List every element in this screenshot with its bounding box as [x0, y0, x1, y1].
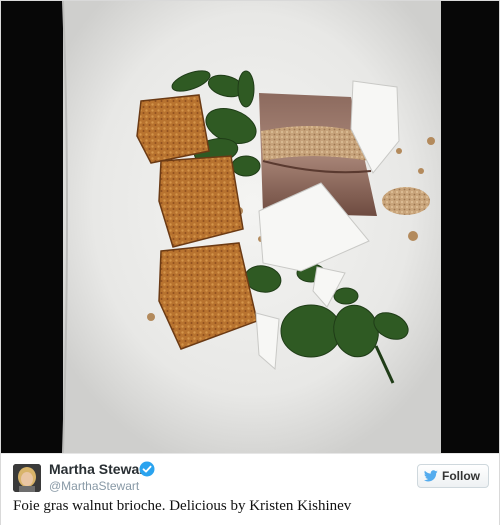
- verified-check-icon: [139, 461, 155, 477]
- avatar[interactable]: [13, 464, 41, 492]
- tweet-footer: Martha Stewart @MarthaStewart Follow Foi…: [1, 453, 499, 525]
- twitter-bird-icon: [424, 470, 438, 482]
- author-name[interactable]: Martha Stewart: [49, 461, 149, 477]
- follow-button[interactable]: Follow: [417, 464, 489, 488]
- author-handle[interactable]: @MarthaStewart: [49, 479, 139, 493]
- tweet-card: Martha Stewart @MarthaStewart Follow Foi…: [0, 0, 500, 525]
- tweet-text: Foie gras walnut brioche. Delicious by K…: [13, 498, 352, 514]
- follow-label: Follow: [442, 469, 480, 483]
- food-photo-illustration: [1, 1, 499, 453]
- tweet-photo[interactable]: [1, 1, 499, 453]
- avatar-photo-icon: [13, 464, 41, 492]
